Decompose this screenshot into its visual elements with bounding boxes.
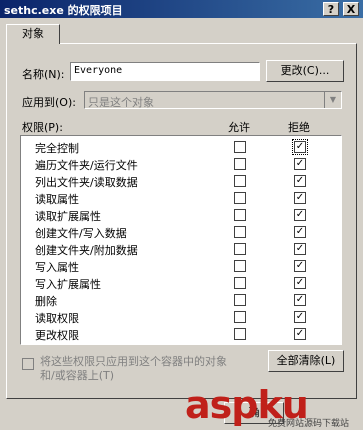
deny-checkbox[interactable]: ✓ [294,328,306,340]
apply-to-value: 只是这个对象 [88,96,154,109]
change-button[interactable]: 更改(C)... [266,60,344,82]
allow-checkbox[interactable] [234,260,246,272]
allow-checkbox[interactable] [234,175,246,187]
permission-row[interactable]: 读取扩展属性 ✓ [21,207,341,224]
deny-checkbox[interactable]: ✓ [294,175,306,187]
permission-name: 创建文件夹/附加数据 [35,244,138,257]
allow-header: 允许 [228,121,250,134]
allow-checkbox[interactable] [234,294,246,306]
permission-row[interactable]: 写入属性 ✓ [21,258,341,275]
allow-checkbox[interactable] [234,226,246,238]
close-button[interactable]: X [343,2,359,16]
deny-checkbox[interactable]: ✓ [294,226,306,238]
deny-checkbox[interactable]: ✓ [294,260,306,272]
permission-name: 完全控制 [35,142,79,155]
permission-row[interactable]: 删除 ✓ [21,292,341,309]
apply-to-select[interactable]: 只是这个对象 ▼ [84,91,342,109]
window-title: sethc.exe 的权限项目 [4,4,123,17]
name-label: 名称(N): [22,68,65,81]
watermark-caption: 免费网站源码下载站 [268,419,350,429]
deny-checkbox[interactable]: ✓ [294,277,306,289]
deny-checkbox[interactable]: ✓ [294,311,306,323]
permission-row[interactable]: 写入扩展属性 ✓ [21,275,341,292]
permission-name: 读取属性 [35,193,79,206]
allow-checkbox[interactable] [234,209,246,221]
allow-checkbox[interactable] [234,243,246,255]
deny-checkbox[interactable]: ✓ [294,158,306,170]
tab-object[interactable]: 对象 [6,24,60,44]
permission-row[interactable]: 列出文件夹/读取数据 ✓ [21,173,341,190]
help-button[interactable]: ? [323,2,339,16]
apply-only-label-line2: 和/或容器上(T) [40,369,115,382]
deny-checkbox[interactable]: ✓ [294,294,306,306]
allow-checkbox[interactable] [234,311,246,323]
title-bar: sethc.exe 的权限项目 ? X [0,0,363,18]
permission-name: 写入扩展属性 [35,278,101,291]
permission-name: 写入属性 [35,261,79,274]
permission-row[interactable]: 更改权限 ✓ [21,326,341,343]
clear-all-button[interactable]: 全部清除(L) [268,350,344,372]
deny-checkbox[interactable]: ✓ [292,139,308,155]
permission-row[interactable]: 读取权限 ✓ [21,309,341,326]
deny-checkbox[interactable]: ✓ [294,243,306,255]
permission-name: 更改权限 [35,329,79,342]
deny-checkbox[interactable]: ✓ [294,209,306,221]
permission-name: 创建文件/写入数据 [35,227,127,240]
allow-checkbox[interactable] [234,328,246,340]
apply-only-checkbox[interactable] [22,358,34,370]
permissions-label: 权限(P): [22,121,63,134]
permissions-list[interactable]: 完全控制 ✓ 遍历文件夹/运行文件 ✓ 列出文件夹/读取数据 ✓ 读取属性 ✓ … [20,135,342,345]
allow-checkbox[interactable] [234,192,246,204]
allow-checkbox[interactable] [234,158,246,170]
allow-checkbox[interactable] [234,141,246,153]
deny-header: 拒绝 [288,121,310,134]
permission-name: 读取扩展属性 [35,210,101,223]
allow-checkbox[interactable] [234,277,246,289]
permission-row[interactable]: 遍历文件夹/运行文件 ✓ [21,156,341,173]
permission-row[interactable]: 创建文件夹/附加数据 ✓ [21,241,341,258]
permission-name: 删除 [35,295,57,308]
permission-row[interactable]: 创建文件/写入数据 ✓ [21,224,341,241]
permission-name: 遍历文件夹/运行文件 [35,159,138,172]
permission-name: 列出文件夹/读取数据 [35,176,138,189]
apply-to-label: 应用到(O): [22,96,76,109]
permission-row[interactable]: 完全控制 ✓ [21,139,341,156]
deny-checkbox[interactable]: ✓ [294,192,306,204]
permission-name: 读取权限 [35,312,79,325]
chevron-down-icon[interactable]: ▼ [324,92,341,108]
permission-row[interactable]: 读取属性 ✓ [21,190,341,207]
name-field[interactable]: Everyone [70,62,260,81]
